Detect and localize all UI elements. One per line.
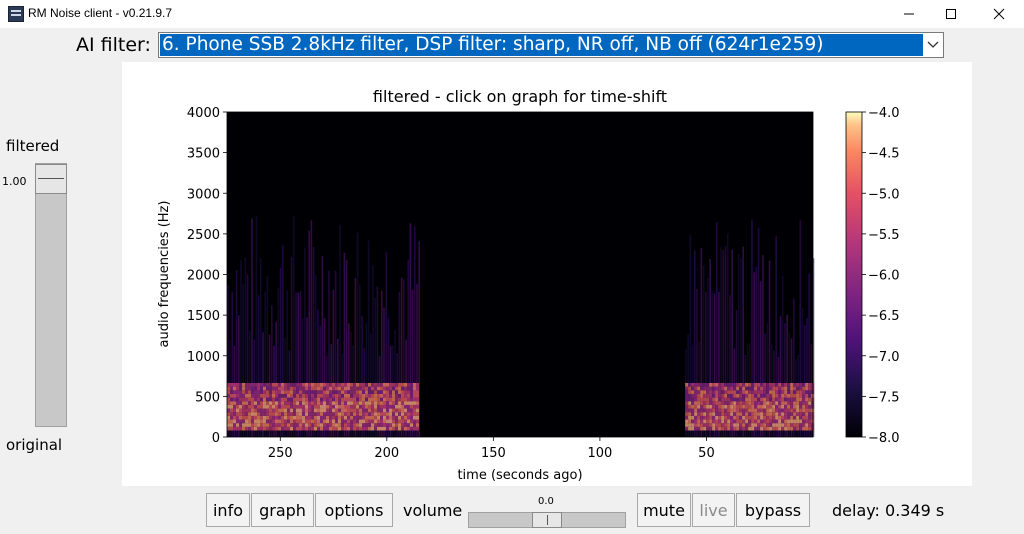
colorbar-tick-label: −5.0 (868, 187, 900, 202)
colorbar-tick-label: −8.0 (868, 431, 900, 446)
close-button[interactable] (976, 0, 1022, 28)
volume-label: volume (403, 501, 463, 520)
colorbar-tick-label: −6.5 (868, 309, 900, 324)
x-tick-label: 100 (587, 446, 612, 461)
colorbar-tick-label: −4.0 (868, 106, 900, 121)
colorbar-tick-label: −5.5 (868, 228, 900, 243)
chevron-down-icon[interactable] (925, 37, 941, 53)
mute-button[interactable]: mute (637, 493, 691, 527)
y-axis-label: audio frequencies (Hz) (157, 201, 172, 348)
colorbar-ticks: −4.0 −4.5 −5.0 −5.5 −6.0 −6.5 −7.0 −7.5 −8.0 (862, 106, 900, 446)
y-tick-label: 3000 (187, 187, 220, 202)
maximize-button[interactable] (928, 0, 974, 28)
maximize-icon (946, 9, 956, 19)
close-icon (993, 8, 1005, 20)
options-button[interactable]: options (315, 493, 393, 527)
spectrogram-chart[interactable]: filtered - click on graph for time-shift… (122, 62, 972, 486)
x-tick-label: 200 (374, 446, 399, 461)
ai-filter-select[interactable]: 6. Phone SSB 2.8kHz filter, DSP filter: … (158, 32, 944, 58)
y-tick-label: 500 (195, 390, 220, 405)
x-axis: 250 200 150 100 50 (268, 437, 715, 461)
y-tick-label: 4000 (187, 106, 220, 121)
y-tick-label: 2500 (187, 228, 220, 243)
x-tick-label: 150 (481, 446, 506, 461)
colorbar-tick-label: −7.5 (868, 390, 900, 405)
colorbar (845, 111, 863, 438)
colorbar-tick-label: −6.0 (868, 269, 900, 284)
x-tick-label: 250 (268, 446, 293, 461)
info-button[interactable]: info (206, 493, 250, 527)
delay-readout: delay: 0.349 s (832, 501, 945, 520)
mix-slider-value: 1.00 (2, 175, 27, 188)
window-title: RM Noise client - v0.21.9.7 (28, 6, 173, 20)
graph-panel[interactable]: filtered - click on graph for time-shift… (122, 62, 972, 486)
mix-slider-track[interactable] (35, 163, 67, 427)
ai-filter-selected-value: 6. Phone SSB 2.8kHz filter, DSP filter: … (160, 34, 923, 56)
title-bar: RM Noise client - v0.21.9.7 (0, 0, 1024, 28)
minimize-icon (904, 13, 914, 15)
x-tick-label: 50 (698, 446, 715, 461)
slider-label-filtered: filtered (6, 137, 60, 155)
live-button: live (692, 493, 735, 527)
y-axis: 0 500 1000 1500 2000 2500 3000 3500 4000 (187, 106, 227, 446)
minimize-button[interactable] (886, 0, 932, 28)
graph-button[interactable]: graph (251, 493, 314, 527)
slider-label-original: original (6, 436, 63, 454)
mix-slider-handle[interactable] (35, 164, 67, 194)
y-tick-label: 2000 (187, 269, 220, 284)
y-tick-label: 0 (212, 431, 220, 446)
colorbar-tick-label: −4.5 (868, 147, 900, 162)
app-icon (8, 6, 24, 22)
y-tick-label: 1000 (187, 350, 220, 365)
chart-title: filtered - click on graph for time-shift (373, 87, 667, 106)
ai-filter-label: AI filter: (76, 34, 151, 56)
x-axis-label: time (seconds ago) (457, 468, 582, 483)
volume-value: 0.0 (538, 496, 554, 507)
colorbar-tick-label: −7.0 (868, 350, 900, 365)
y-tick-label: 3500 (187, 147, 220, 162)
volume-slider-handle[interactable] (532, 512, 562, 528)
y-tick-label: 1500 (187, 309, 220, 324)
bypass-button[interactable]: bypass (736, 493, 810, 527)
